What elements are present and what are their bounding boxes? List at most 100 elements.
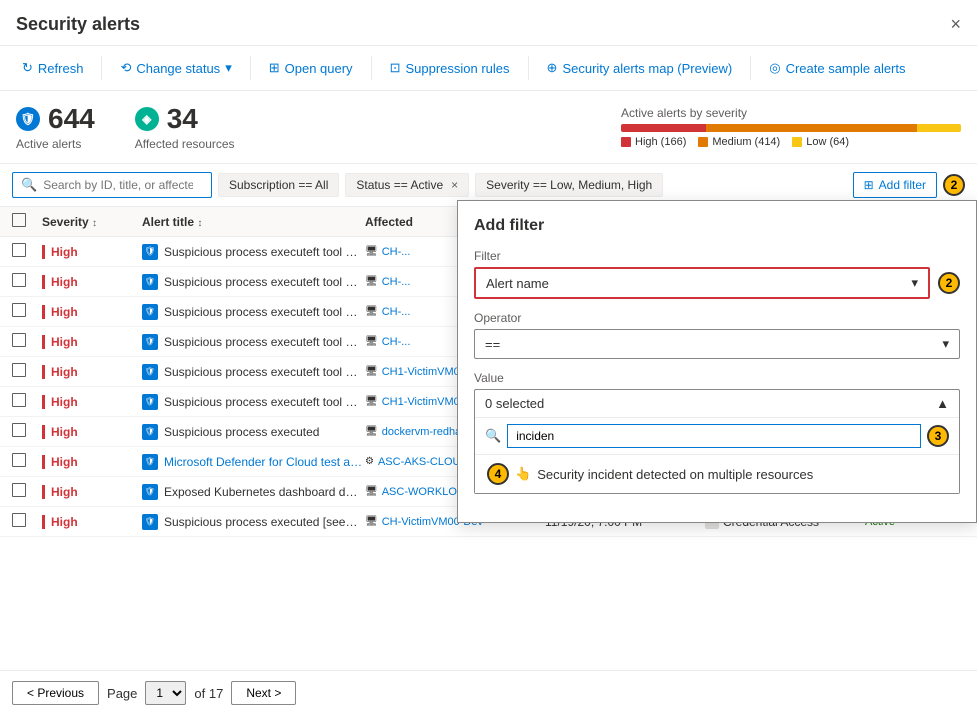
filter-field-operator: Operator == ▾: [474, 311, 960, 359]
previous-button[interactable]: < Previous: [12, 681, 99, 705]
status-filter-chip[interactable]: Status == Active ×: [345, 173, 469, 197]
row-checkbox[interactable]: [12, 303, 26, 317]
step-badge-2: 2: [938, 272, 960, 294]
chevron-down-icon: ▾: [225, 60, 232, 76]
title-cell: 🛡 Suspicious process executed: [142, 424, 365, 440]
row-checkbox[interactable]: [12, 363, 26, 377]
alert-shield-icon: 🛡: [142, 394, 158, 410]
operator-dropdown[interactable]: == ▾: [474, 329, 960, 359]
panel-title: Security alerts: [16, 14, 140, 35]
alert-shield-icon: 🛡: [142, 334, 158, 350]
status-filter-close-icon[interactable]: ×: [451, 178, 458, 192]
add-filter-panel: Add filter Filter Alert name ▾ 2 Operato…: [457, 200, 977, 523]
suppression-rules-button[interactable]: ⊡ Suppression rules: [380, 54, 520, 82]
filter-field-value: Value 0 selected ▲ 🔍 3 4: [474, 371, 960, 494]
severity-cell: High: [42, 425, 142, 439]
title-cell: 🛡 Suspicious process executeft tool ex..…: [142, 244, 365, 260]
shield-blue-icon: 🛡: [16, 107, 40, 131]
affected-resources-label: Affected resources: [135, 137, 235, 151]
high-bar: [621, 124, 706, 132]
severity-legend: High (166) Medium (414) Low (64): [621, 136, 961, 148]
toolbar-separator-4: [528, 56, 529, 80]
cursor-icon: 👆: [515, 466, 531, 482]
select-all-checkbox[interactable]: [12, 213, 42, 230]
high-legend: High (166): [621, 136, 686, 148]
toolbar-separator: [101, 56, 102, 80]
pagination-footer: < Previous Page 1 of 17 Next >: [0, 670, 977, 715]
toolbar-separator-3: [371, 56, 372, 80]
row-checkbox[interactable]: [12, 333, 26, 347]
row-checkbox[interactable]: [12, 423, 26, 437]
title-cell: 🛡 Suspicious process executeft tool ex..…: [142, 304, 365, 320]
title-cell: 🛡 Suspicious process executeft tool ex..…: [142, 364, 365, 380]
col-header-severity[interactable]: Severity ↕: [42, 215, 142, 229]
stats-row: 🛡 644 Active alerts ◈ 34 Affected resour…: [0, 91, 977, 164]
alert-shield-icon: 🛡: [142, 274, 158, 290]
title-cell: 🛡 Microsoft Defender for Cloud test ac..…: [142, 454, 365, 470]
page-select[interactable]: 1: [145, 681, 186, 705]
alert-shield-icon: 🛡: [142, 364, 158, 380]
filter-row: 🔍 Subscription == All Status == Active ×…: [0, 164, 977, 207]
title-cell: 🛡 Suspicious process executeft tool ex..…: [142, 274, 365, 290]
refresh-icon: ↻: [22, 60, 33, 76]
chevron-up-icon: ▲: [936, 396, 949, 411]
subscription-filter-chip[interactable]: Subscription == All: [218, 173, 339, 197]
severity-chart: Active alerts by severity High (166) Med…: [621, 106, 961, 148]
open-query-button[interactable]: ⊞ Open query: [259, 54, 363, 82]
add-filter-button[interactable]: ⊞ Add filter: [853, 172, 937, 198]
search-icon: 🔍: [21, 177, 37, 193]
severity-bar: [621, 124, 961, 132]
security-alerts-map-button[interactable]: ⊕ Security alerts map (Preview): [537, 54, 743, 82]
refresh-button[interactable]: ↻ Refresh: [12, 54, 93, 82]
toolbar-separator-2: [250, 56, 251, 80]
severity-cell: High: [42, 515, 142, 529]
title-cell: 🛡 Suspicious process executeft tool ex..…: [142, 394, 365, 410]
panel-header: Security alerts ×: [0, 0, 977, 46]
toolbar: ↻ Refresh ⟲ Change status ▾ ⊞ Open query…: [0, 46, 977, 91]
close-button[interactable]: ×: [950, 14, 961, 35]
search-icon-value: 🔍: [485, 428, 501, 444]
value-header[interactable]: 0 selected ▲: [475, 390, 959, 417]
row-checkbox[interactable]: [12, 513, 26, 527]
severity-cell: High: [42, 335, 142, 349]
filter-select-dropdown[interactable]: Alert name ▾: [474, 267, 930, 299]
row-checkbox[interactable]: [12, 453, 26, 467]
alert-shield-icon: 🛡: [142, 484, 158, 500]
low-label: Low (64): [806, 136, 849, 148]
chevron-down-icon-filter: ▾: [911, 275, 918, 291]
search-input[interactable]: [43, 178, 193, 192]
filter-field-filter: Filter Alert name ▾ 2: [474, 249, 960, 299]
shield-teal-icon: ◈: [135, 107, 159, 131]
change-status-button[interactable]: ⟲ Change status ▾: [110, 54, 241, 82]
medium-legend: Medium (414): [698, 136, 780, 148]
high-label: High (166): [635, 136, 686, 148]
affected-resources-count: 34: [167, 103, 198, 135]
value-option-item[interactable]: 4 👆 Security incident detected on multip…: [475, 455, 959, 493]
row-checkbox[interactable]: [12, 393, 26, 407]
suppression-icon: ⊡: [390, 60, 401, 76]
create-sample-button[interactable]: ◎ Create sample alerts: [759, 54, 915, 82]
severity-cell: High: [42, 365, 142, 379]
severity-cell: High: [42, 275, 142, 289]
operator-field-label: Operator: [474, 311, 960, 325]
value-search-input[interactable]: [507, 424, 921, 448]
change-status-icon: ⟲: [120, 60, 131, 76]
row-checkbox[interactable]: [12, 243, 26, 257]
add-filter-title: Add filter: [474, 217, 960, 235]
row-checkbox[interactable]: [12, 273, 26, 287]
low-bar: [917, 124, 961, 132]
total-pages-label: of 17: [194, 686, 223, 701]
low-dot: [792, 137, 802, 147]
title-cell: 🛡 Suspicious process executed [seen ...: [142, 514, 365, 530]
sample-icon: ◎: [769, 60, 780, 76]
next-button[interactable]: Next >: [231, 681, 296, 705]
severity-cell: High: [42, 395, 142, 409]
low-legend: Low (64): [792, 136, 849, 148]
alert-shield-icon: 🛡: [142, 454, 158, 470]
search-box[interactable]: 🔍: [12, 172, 212, 198]
col-header-alert-title[interactable]: Alert title ↕: [142, 215, 365, 229]
active-alerts-label: Active alerts: [16, 137, 95, 151]
severity-filter-chip[interactable]: Severity == Low, Medium, High: [475, 173, 663, 197]
filter-icon: ⊞: [864, 178, 874, 192]
row-checkbox[interactable]: [12, 483, 26, 497]
